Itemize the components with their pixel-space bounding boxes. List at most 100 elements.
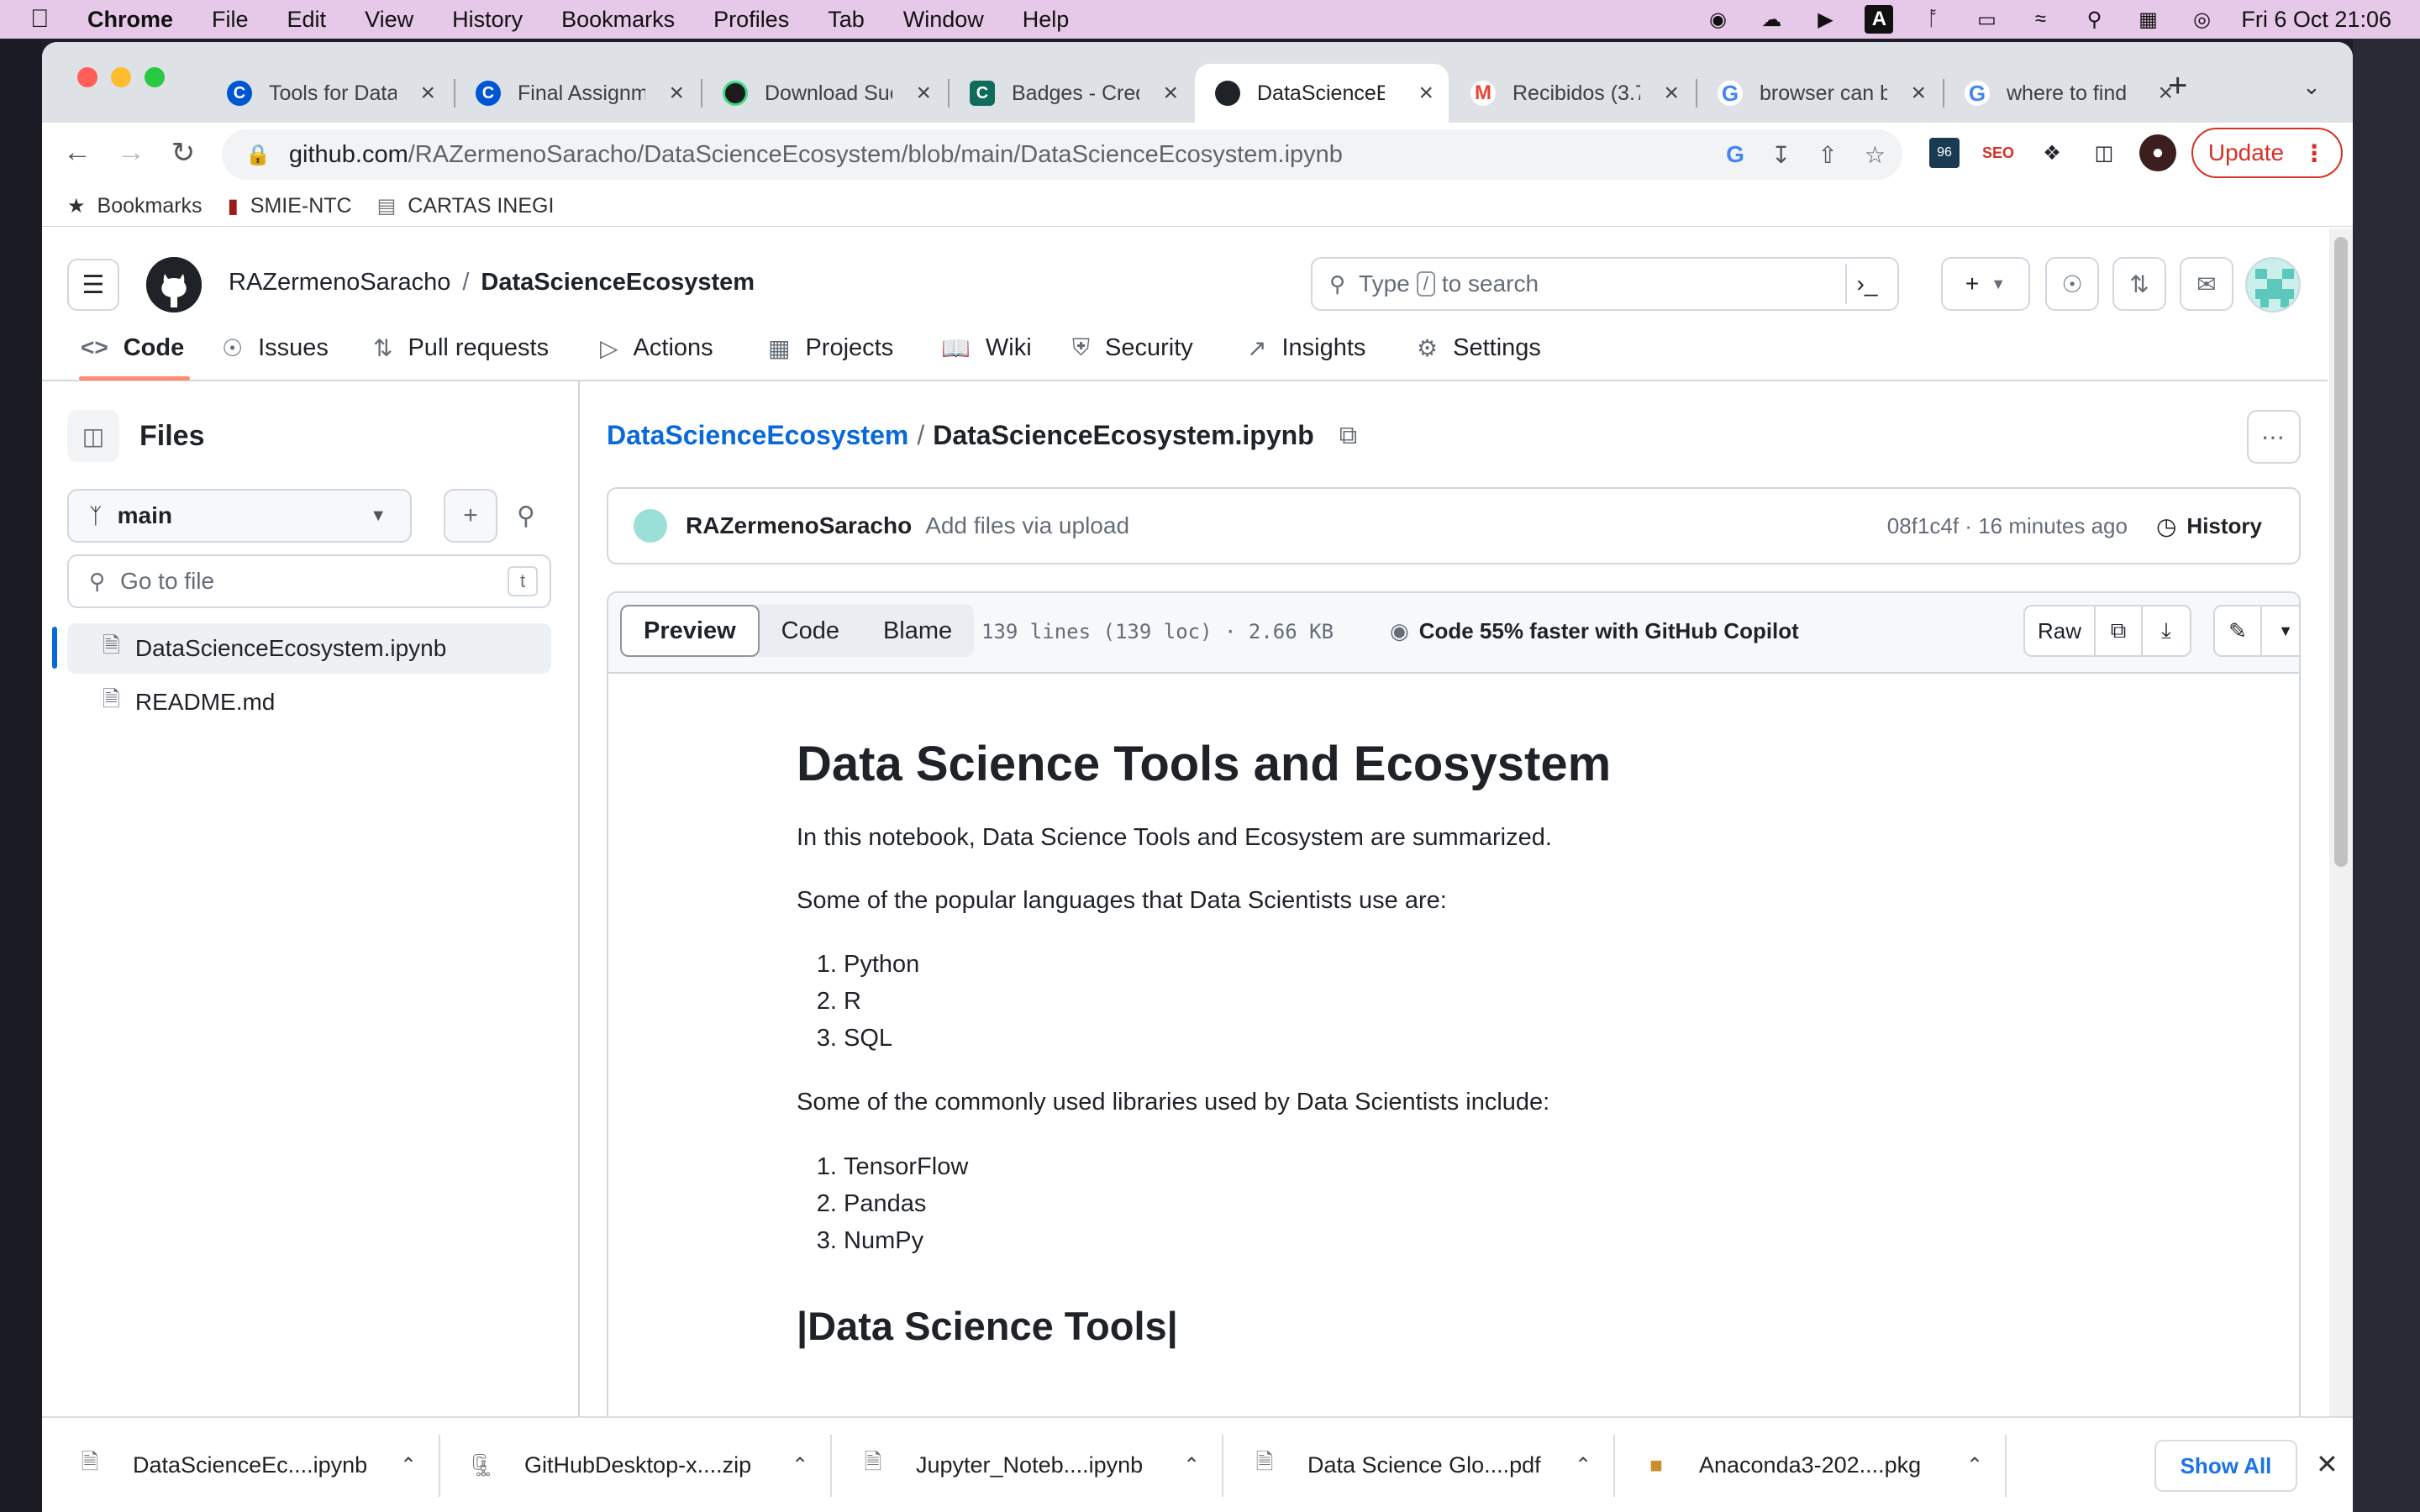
install-app-icon[interactable]: ↧ [1771,141,1791,169]
copy-icon[interactable]: ⧉ [2096,606,2143,655]
tab-insights[interactable]: ↗ Insights [1247,329,1365,366]
blame-tab[interactable]: Blame [861,605,974,657]
breadcrumb-repo-link[interactable]: DataScienceEcosystem [607,420,908,451]
zoom-window-button[interactable] [145,67,165,87]
go-to-file-input[interactable]: ⚲ Go to file t [67,554,551,608]
menubar-clock[interactable]: Fri 6 Oct 21:06 [2241,7,2391,33]
github-logo-icon[interactable] [146,257,202,312]
browser-tab[interactable]: G browser can b × [1697,64,1941,123]
input-source-icon[interactable]: A [1865,5,1894,34]
search-files-icon[interactable]: ⚲ [499,489,553,543]
bookmarks-menu[interactable]: ★ Bookmarks [67,194,203,218]
address-bar[interactable]: 🔒 github.com/RAZermenoSaracho/DataScienc… [222,129,1902,180]
download-item[interactable]: 🗎 Jupyter_Noteb....ipynb ⌃ [859,1440,1201,1490]
browser-tab[interactable]: Download Suc × [702,64,946,123]
download-item[interactable]: ■ Anaconda3-202....pkg ⌃ [1642,1440,1983,1490]
chevron-down-icon[interactable]: ▼ [2262,606,2299,655]
menu-edit[interactable]: Edit [287,7,327,33]
control-center-icon[interactable]: ▦ [2133,5,2162,34]
menu-app-name[interactable]: Chrome [87,7,173,33]
profile-avatar[interactable]: ● [2139,134,2176,171]
menu-bookmarks[interactable]: Bookmarks [561,7,675,33]
browser-tab[interactable]: M Recibidos (3.7 × [1450,64,1694,123]
commit-message[interactable]: Add files via upload [925,512,1129,539]
side-panel-icon[interactable]: ◫ [2086,134,2123,171]
show-all-downloads-button[interactable]: Show All [2154,1440,2297,1492]
menu-profiles[interactable]: Profiles [713,7,789,33]
branch-selector[interactable]: ᛉ main ▼ [67,489,412,543]
tab-pull-requests[interactable]: ⇅ Pull requests [373,329,549,366]
extensions-puzzle-icon[interactable]: ❖ [2033,134,2070,171]
page-scrollbar[interactable] [2329,228,2353,1462]
preview-tab[interactable]: Preview [620,605,760,657]
lock-icon[interactable]: 🔒 [245,143,271,167]
browser-tab[interactable]: C Final Assignme × [455,64,699,123]
file-tree-item[interactable]: 🗎 README.md [67,677,551,727]
download-item[interactable]: 🗜 GitHubDesktop-x....zip ⌃ [467,1440,808,1490]
chevron-up-icon[interactable]: ⌃ [1183,1453,1200,1478]
github-search-input[interactable]: ⚲ Type / to search ›_ [1311,257,1899,311]
collapse-sidebar-icon[interactable]: ◫ [67,410,119,462]
minimize-window-button[interactable] [111,67,131,87]
download-icon[interactable]: ⤓ [2143,606,2190,655]
apple-icon[interactable]:  [30,5,64,34]
update-chrome-button[interactable]: Update ⋮ [2191,128,2343,178]
browser-tab[interactable]: G where to find × [1944,64,2188,123]
tab-wiki[interactable]: 📖 Wiki [941,329,1032,366]
raw-button[interactable]: Raw [2025,606,2096,655]
commit-author-avatar[interactable] [634,509,667,543]
history-button[interactable]: ◷ History [2156,512,2262,540]
menu-file[interactable]: File [212,7,249,33]
tab-actions[interactable]: ▷ Actions [600,329,713,366]
browser-tab[interactable]: C Tools for Data × [207,64,450,123]
more-options-icon[interactable]: ⋯ [2247,410,2301,464]
spotlight-search-icon[interactable]: ⚲ [2080,5,2108,34]
tab-security[interactable]: ⛨ Security [1072,329,1193,366]
tab-settings[interactable]: ⚙ Settings [1417,329,1541,366]
menu-tab[interactable]: Tab [828,7,865,33]
close-tab-icon[interactable]: × [1911,79,1926,108]
forward-arrow-icon[interactable]: → [114,136,148,169]
pencil-icon[interactable]: ✎ [2215,606,2262,655]
add-file-button[interactable]: + [444,489,497,543]
siri-icon[interactable]: ◎ [2187,5,2216,34]
command-palette-icon[interactable]: ›_ [1845,264,1887,304]
tab-search-chevron-icon[interactable]: ⌄ [2302,74,2321,100]
chevron-up-icon[interactable]: ⌃ [1575,1453,1591,1478]
download-item[interactable]: 🗎 DataScienceEc....ipynb ⌃ [76,1440,418,1490]
bookmark-item[interactable]: ▤ CARTAS INEGI [377,194,555,218]
hamburger-menu-icon[interactable]: ☰ [67,259,119,311]
scrollbar-thumb[interactable] [2334,237,2348,867]
cloud-status-icon[interactable]: ☁ [1757,5,1786,34]
copilot-promo-link[interactable]: ◉ Code 55% faster with GitHub Copilot [1390,618,1799,644]
close-window-button[interactable] [77,67,97,87]
battery-icon[interactable]: ▭ [1972,5,2001,34]
bookmark-item[interactable]: ▮ SMIE-NTC [228,194,352,218]
inbox-icon[interactable]: ✉ [2180,257,2233,311]
seo-extension-icon[interactable]: SEO [1980,134,2017,171]
chevron-up-icon[interactable]: ⌃ [400,1453,417,1478]
menu-window[interactable]: Window [903,7,984,33]
create-new-button[interactable]: + ▼ [1941,257,2030,311]
browser-tab-active[interactable]: DataScienceEc × [1195,64,1449,123]
user-avatar[interactable] [2245,257,2301,312]
commit-meta[interactable]: 08f1c4f · 16 minutes ago [1887,513,2128,539]
issues-icon[interactable]: ☉ [2045,257,2099,311]
play-status-icon[interactable]: ▶ [1811,5,1839,34]
close-tab-icon[interactable]: × [1664,79,1679,108]
chevron-up-icon[interactable]: ⌃ [792,1453,808,1478]
extension-icon[interactable]: 96 [1929,138,1960,168]
wifi-icon[interactable]: ≈ [2026,5,2054,34]
menu-view[interactable]: View [365,7,413,33]
commit-author[interactable]: RAZermenoSaracho [686,512,912,539]
menu-help[interactable]: Help [1023,7,1070,33]
browser-tab[interactable]: C Badges - Cred × [950,64,1193,123]
menu-history[interactable]: History [452,7,523,33]
download-item[interactable]: 🗎 Data Science Glo....pdf ⌃ [1250,1440,1592,1490]
close-tab-icon[interactable]: × [916,79,931,108]
close-tab-icon[interactable]: × [1163,79,1178,108]
repo-name-link[interactable]: DataScienceEcosystem [481,269,755,296]
pull-requests-icon[interactable]: ⇅ [2112,257,2166,311]
grammarly-status-icon[interactable]: ◉ [1703,5,1732,34]
reload-icon[interactable]: ↻ [166,136,200,170]
